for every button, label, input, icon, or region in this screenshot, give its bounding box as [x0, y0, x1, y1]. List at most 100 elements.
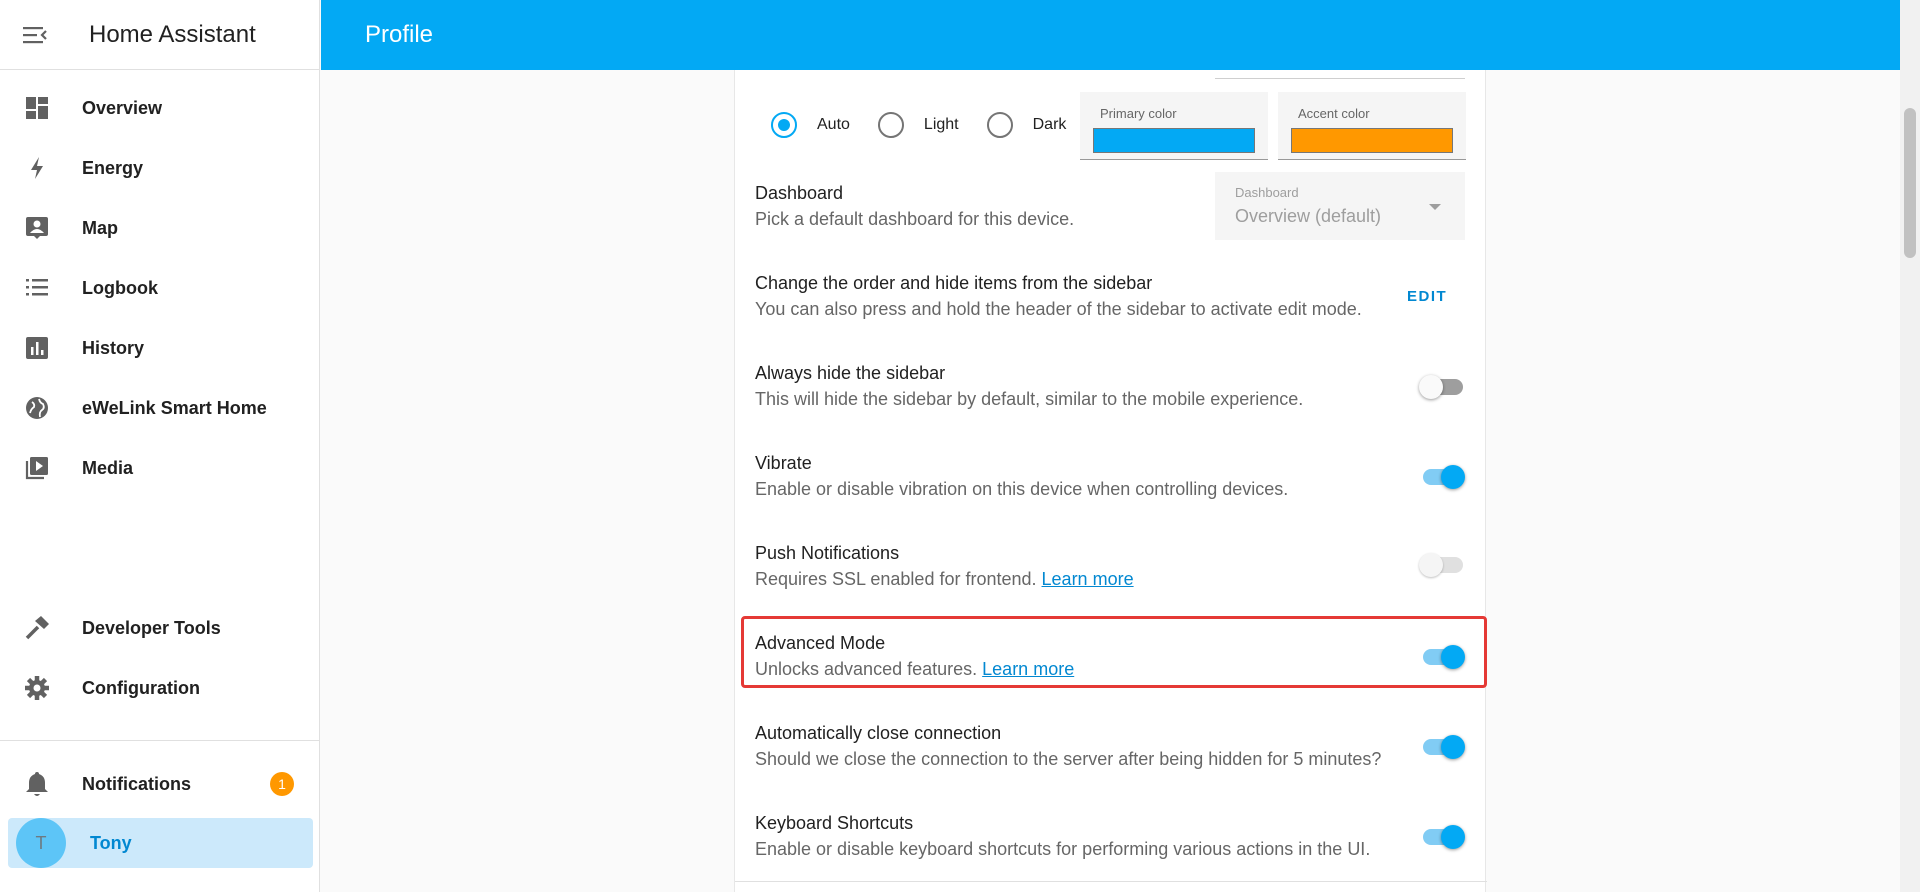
toggle-knob [1441, 465, 1465, 489]
top-app-bar: Profile [321, 0, 1900, 70]
card-divider [735, 881, 1487, 882]
media-icon [10, 456, 64, 480]
setting-description: Enable or disable vibration on this devi… [755, 479, 1289, 499]
setting-description: Enable or disable keyboard shortcuts for… [755, 839, 1371, 859]
sidebar-item-overview[interactable]: Overview [8, 84, 311, 132]
sidebar-item-developer-tools[interactable]: Developer Tools [8, 604, 311, 652]
lightning-icon [10, 156, 64, 180]
accent-color-swatch[interactable] [1291, 128, 1453, 153]
setting-row-auto-close-connection: Automatically close connection Should we… [755, 723, 1467, 770]
menu-collapse-icon [23, 26, 47, 43]
keyboard-shortcuts-toggle[interactable] [1419, 821, 1465, 851]
overview-icon [10, 96, 64, 120]
sidebar-item-configuration[interactable]: Configuration [8, 664, 311, 712]
setting-title: Keyboard Shortcuts [755, 813, 914, 833]
setting-title: Automatically close connection [755, 723, 1002, 743]
sidebar-item-label: Configuration [82, 677, 200, 698]
page-scrollbar[interactable] [1900, 0, 1920, 892]
globe-icon [10, 396, 64, 420]
history-icon [10, 336, 64, 360]
logbook-icon [10, 276, 64, 300]
sidebar-item-label: eWeLink Smart Home [82, 397, 267, 418]
setting-description: Should we close the connection to the se… [755, 749, 1382, 769]
radio-label: Dark [1032, 116, 1067, 133]
sidebar-item-label: Map [82, 217, 118, 238]
sidebar-item-media[interactable]: Media [8, 444, 311, 492]
sidebar-divider [0, 740, 319, 741]
setting-description: Requires SSL enabled for frontend. Learn… [755, 569, 1467, 590]
toggle-knob [1419, 375, 1443, 399]
dashboard-select-value: Overview (default) [1235, 206, 1382, 226]
menu-collapse-button[interactable] [0, 0, 70, 70]
toggle-knob [1441, 825, 1465, 849]
description-text: Requires SSL enabled for frontend. [755, 569, 1037, 589]
page-title: Profile [365, 21, 434, 48]
theme-radio-auto[interactable]: Auto [771, 112, 850, 138]
sidebar-item-label: Energy [82, 157, 144, 178]
setting-row-keyboard-shortcuts: Keyboard Shortcuts Enable or disable key… [755, 813, 1467, 860]
push-notifications-toggle[interactable] [1419, 549, 1465, 579]
sidebar: Home Assistant Overview Energy Map Logbo… [0, 0, 320, 892]
setting-row-push-notifications: Push Notifications Requires SSL enabled … [755, 543, 1467, 590]
setting-description: You can also press and hold the header o… [755, 299, 1362, 319]
radio-button-checked[interactable] [771, 112, 797, 138]
accent-color-label: Accent color [1298, 106, 1370, 121]
theme-radio-light[interactable]: Light [877, 112, 959, 138]
sidebar-item-label: Notifications [82, 773, 192, 794]
toggle-knob [1441, 735, 1465, 759]
radio-button[interactable] [986, 112, 1013, 138]
theme-radio-dark[interactable]: Dark [986, 112, 1067, 138]
learn-more-link[interactable]: Learn more [1042, 569, 1134, 589]
sidebar-item-label: Overview [82, 97, 163, 118]
sidebar-item-map[interactable]: Map [8, 204, 311, 252]
primary-color-swatch[interactable] [1093, 128, 1255, 153]
setting-title: Push Notifications [755, 543, 900, 563]
sidebar-item-logbook[interactable]: Logbook [8, 264, 311, 312]
app-title: Home Assistant [89, 20, 256, 48]
bell-icon [10, 771, 64, 797]
sidebar-item-history[interactable]: History [8, 324, 311, 372]
toggle-knob [1419, 553, 1443, 577]
setting-row-vibrate: Vibrate Enable or disable vibration on t… [755, 453, 1467, 500]
sidebar-order-row: Change the order and hide items from the… [755, 273, 1467, 320]
auto-close-connection-toggle[interactable] [1419, 731, 1465, 761]
profile-card: Auto Light Dark Primary color Accent col… [734, 70, 1487, 892]
always-hide-sidebar-toggle[interactable] [1419, 371, 1465, 401]
primary-color-field[interactable]: Primary color [1080, 92, 1268, 160]
sidebar-item-label: Developer Tools [82, 617, 221, 638]
sidebar-item-user[interactable]: T Tony [8, 818, 313, 868]
setting-row-always-hide-sidebar: Always hide the sidebar This will hide t… [755, 363, 1467, 410]
setting-title: Always hide the sidebar [755, 363, 946, 383]
sidebar-header: Home Assistant [0, 0, 319, 70]
notification-count-badge: 1 [270, 772, 294, 796]
sidebar-item-notifications[interactable]: Notifications 1 [8, 760, 311, 808]
sidebar-item-label: Media [82, 457, 134, 478]
setting-title: Vibrate [755, 453, 812, 473]
edit-button[interactable]: EDIT [1407, 288, 1447, 305]
highlight-box [741, 616, 1487, 688]
avatar: T [16, 818, 66, 868]
dropdown-arrow-icon [1429, 204, 1441, 210]
user-name: Tony [90, 832, 132, 853]
dashboard-select-label: Dashboard [1235, 185, 1299, 200]
sidebar-item-ewelink[interactable]: eWeLink Smart Home [8, 384, 311, 432]
theme-selector: Auto Light Dark [771, 92, 1094, 158]
radio-label: Light [923, 116, 959, 133]
hammer-icon [10, 615, 64, 641]
sidebar-item-energy[interactable]: Energy [8, 144, 311, 192]
primary-color-label: Primary color [1100, 106, 1177, 121]
vibrate-toggle[interactable] [1419, 461, 1465, 491]
radio-button[interactable] [877, 112, 904, 138]
accent-color-field[interactable]: Accent color [1278, 92, 1466, 160]
dashboard-select[interactable]: Dashboard Overview (default) [1215, 172, 1465, 240]
field-underline [1215, 78, 1465, 79]
sidebar-item-label: History [82, 337, 145, 358]
avatar-initial: T [35, 832, 47, 853]
setting-description: This will hide the sidebar by default, s… [755, 389, 1304, 409]
map-icon [10, 216, 64, 240]
setting-title: Change the order and hide items from the… [755, 273, 1153, 293]
radio-label: Auto [817, 116, 850, 133]
sidebar-item-label: Logbook [82, 277, 158, 298]
scrollbar-thumb[interactable] [1904, 108, 1916, 258]
gear-icon [10, 675, 64, 701]
